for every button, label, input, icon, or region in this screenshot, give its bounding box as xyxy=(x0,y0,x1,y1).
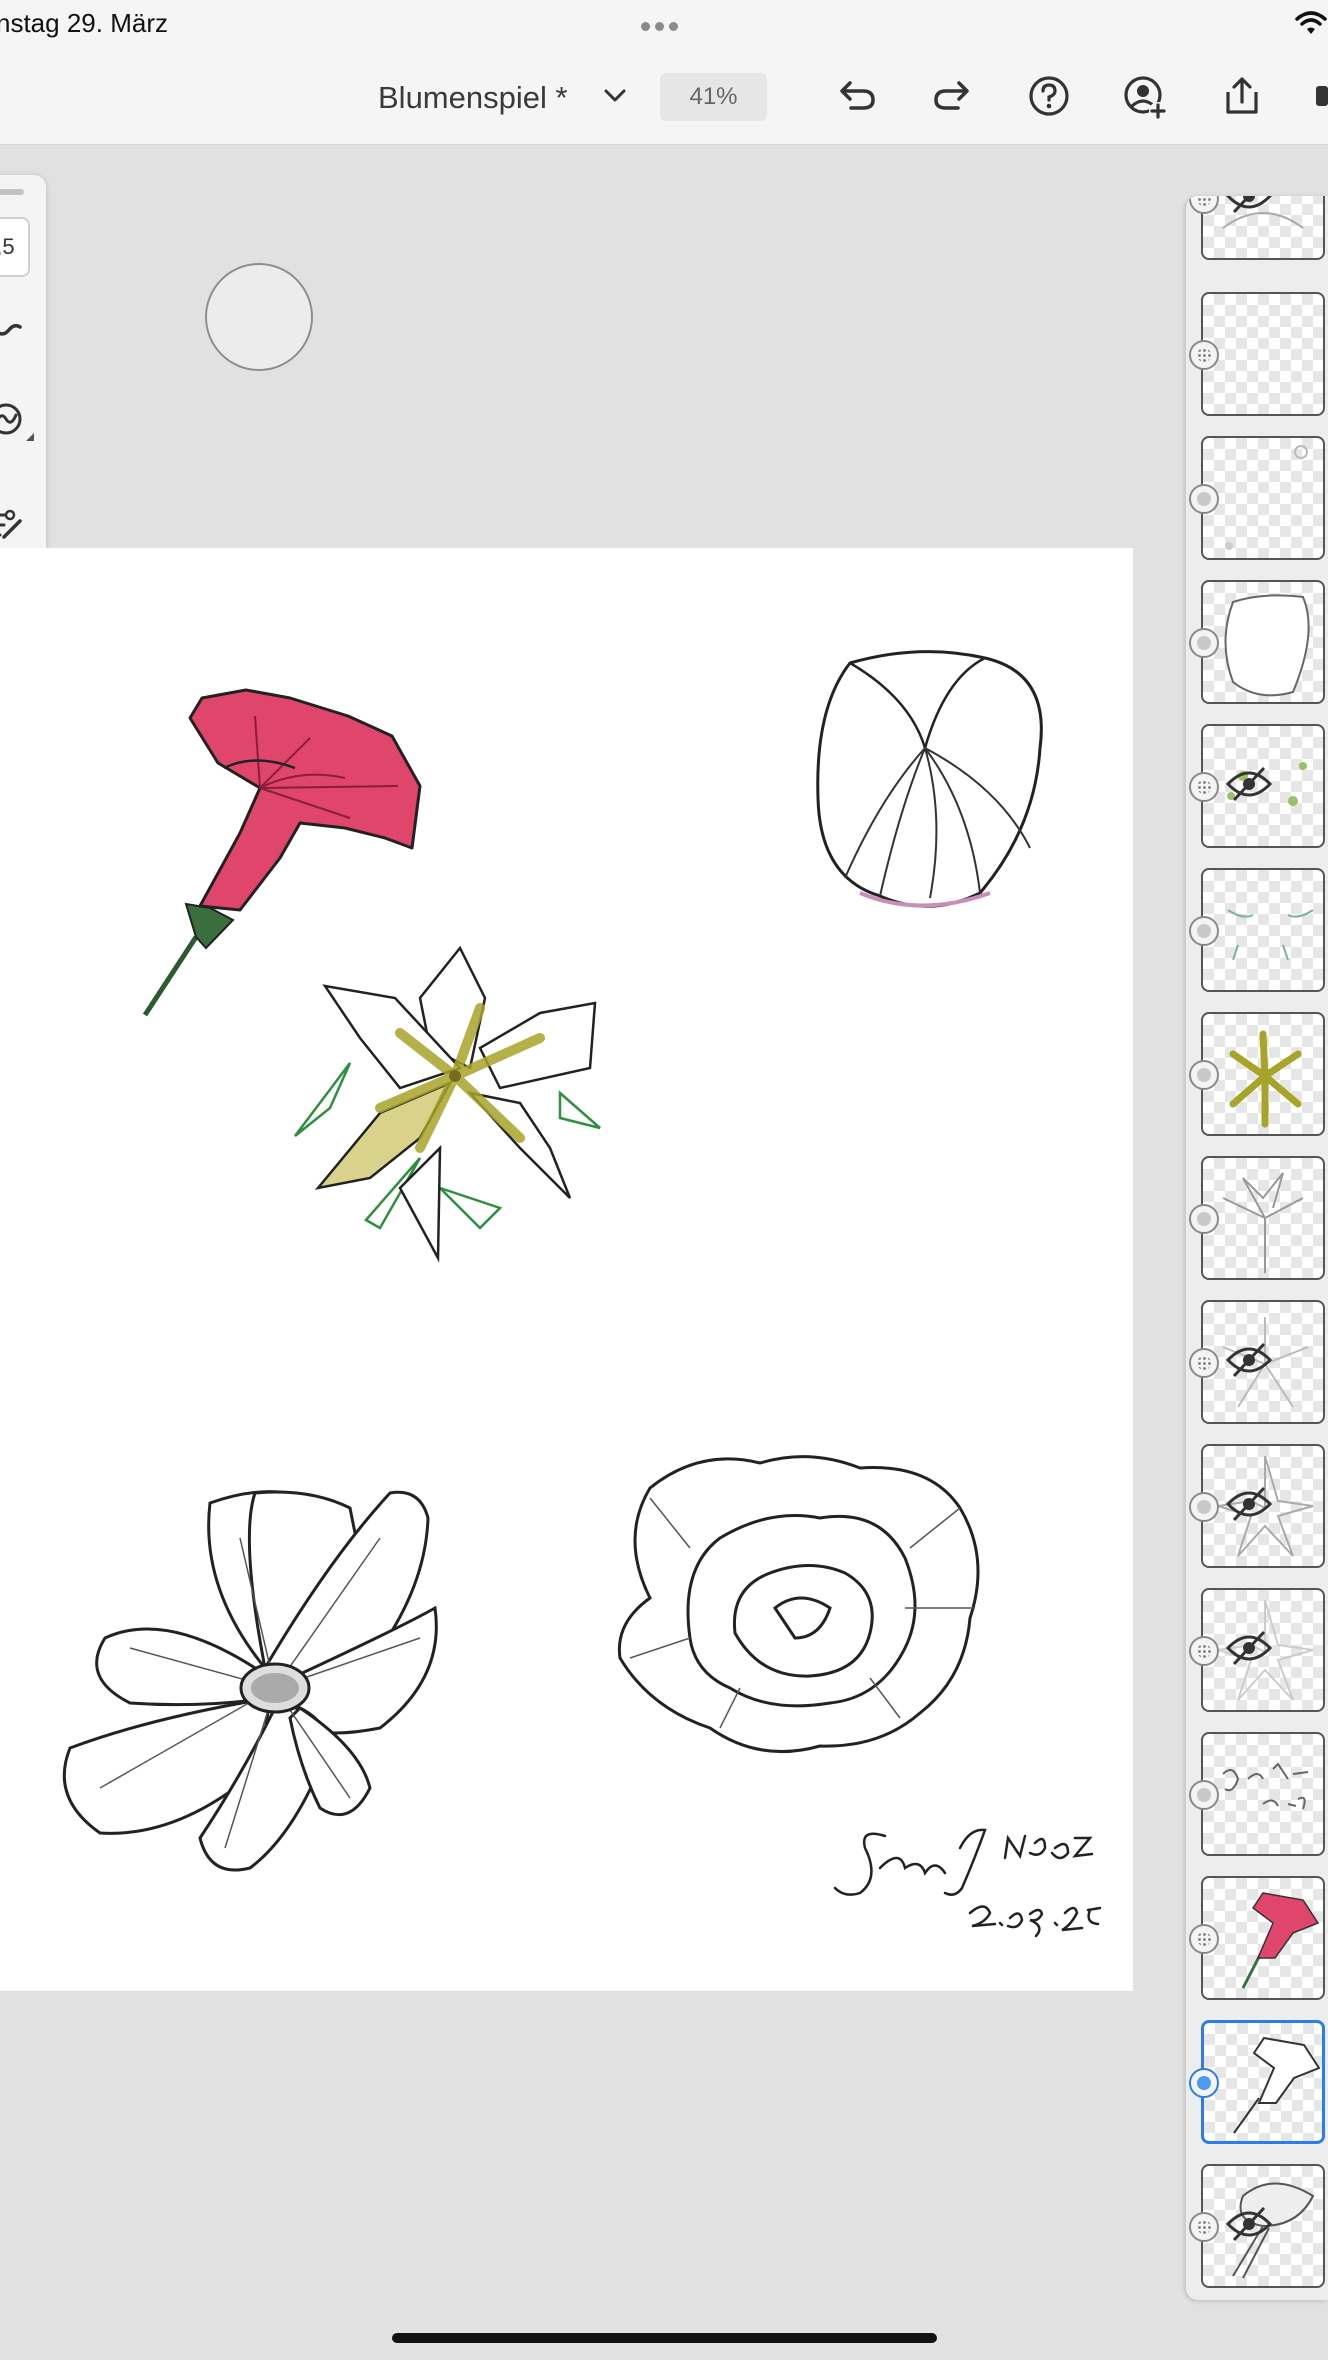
layer-thumbnail[interactable] xyxy=(1201,1732,1325,1856)
layer-item[interactable] xyxy=(1186,196,1328,264)
lily-drawing xyxy=(294,945,601,1263)
layer-thumbnail[interactable] xyxy=(1201,292,1325,416)
share-icon[interactable] xyxy=(1219,74,1265,118)
brush-size-field[interactable]: 9,5 xyxy=(0,217,30,277)
layer-visibility-toggle[interactable] xyxy=(1189,1204,1219,1234)
eye-off-icon[interactable] xyxy=(1224,1484,1274,1524)
help-icon[interactable] xyxy=(1026,74,1072,118)
layer-item[interactable] xyxy=(1186,1732,1328,1860)
signature-drawing xyxy=(833,1828,1102,1938)
document-title[interactable]: Blumenspiel * xyxy=(378,80,568,116)
petunia-drawing xyxy=(142,688,422,1017)
layer-thumbnail[interactable] xyxy=(1201,1156,1325,1280)
home-indicator[interactable] xyxy=(392,2333,937,2343)
layer-thumbnail[interactable] xyxy=(1201,580,1325,704)
chevron-down-icon[interactable] xyxy=(600,82,630,110)
eye-off-icon[interactable] xyxy=(1224,1340,1274,1380)
layer-item[interactable] xyxy=(1186,1444,1328,1572)
invite-user-icon[interactable] xyxy=(1123,74,1169,122)
layer-visibility-toggle[interactable] xyxy=(1189,1492,1219,1522)
layer-visibility-toggle[interactable] xyxy=(1189,1780,1219,1810)
brush-tool-panel: 9,5 xyxy=(0,175,46,593)
layer-item[interactable] xyxy=(1186,580,1328,708)
artwork xyxy=(62,650,1102,1938)
layer-visibility-toggle[interactable] xyxy=(1189,2068,1219,2098)
layer-visibility-toggle[interactable] xyxy=(1189,628,1219,658)
layer-item[interactable] xyxy=(1186,724,1328,852)
panel-drag-handle[interactable] xyxy=(0,189,24,195)
layer-item[interactable] xyxy=(1186,436,1328,564)
layer-visibility-toggle[interactable] xyxy=(1189,1060,1219,1090)
drawing-canvas[interactable] xyxy=(0,548,1133,1991)
layer-item[interactable] xyxy=(1186,1300,1328,1428)
layer-item[interactable] xyxy=(1186,1876,1328,2004)
stroke-shape-icon[interactable] xyxy=(0,315,30,345)
brush-size-preview xyxy=(205,263,313,371)
layer-visibility-toggle[interactable] xyxy=(1189,340,1219,370)
smoothing-icon[interactable] xyxy=(0,403,40,443)
layer-visibility-toggle[interactable] xyxy=(1189,1636,1219,1666)
undo-icon[interactable] xyxy=(833,74,879,118)
brush-settings-icon[interactable] xyxy=(0,505,30,545)
layer-visibility-toggle[interactable] xyxy=(1189,484,1219,514)
layer-item[interactable] xyxy=(1186,1588,1328,1716)
layer-item[interactable] xyxy=(1186,868,1328,996)
tulip-drawing xyxy=(816,650,1043,908)
layer-thumbnail[interactable] xyxy=(1201,436,1325,560)
status-bar: nstag 29. März xyxy=(0,0,1328,46)
layer-visibility-toggle[interactable] xyxy=(1189,2212,1219,2242)
peony-drawing xyxy=(617,1455,980,1753)
top-toolbar: Blumenspiel * 41% xyxy=(0,46,1328,145)
layer-thumbnail[interactable] xyxy=(1201,868,1325,992)
layer-thumbnail[interactable] xyxy=(1201,2020,1325,2144)
layer-item[interactable] xyxy=(1186,1156,1328,1284)
layer-item-selected[interactable] xyxy=(1186,2020,1328,2148)
layers-panel xyxy=(1186,196,1328,2300)
layer-thumbnail[interactable] xyxy=(1201,1876,1325,2000)
layer-thumbnail[interactable] xyxy=(1201,1012,1325,1136)
zoom-level[interactable]: 41% xyxy=(660,73,767,121)
status-date: nstag 29. März xyxy=(0,8,168,38)
zoom-value: 41% xyxy=(689,83,738,110)
layer-item[interactable] xyxy=(1186,292,1328,420)
layer-visibility-toggle[interactable] xyxy=(1189,916,1219,946)
multitasking-dots-icon[interactable] xyxy=(641,18,683,36)
settings-icon[interactable] xyxy=(1314,74,1328,118)
layer-item[interactable] xyxy=(1186,1012,1328,1140)
layer-visibility-toggle[interactable] xyxy=(1189,1924,1219,1954)
layer-visibility-toggle[interactable] xyxy=(1189,1348,1219,1378)
layer-item[interactable] xyxy=(1186,2164,1328,2292)
wifi-icon xyxy=(1295,11,1327,34)
eye-off-icon[interactable] xyxy=(1224,196,1274,216)
anemone-drawing xyxy=(62,1490,438,1872)
eye-off-icon[interactable] xyxy=(1224,1628,1274,1668)
layer-visibility-toggle[interactable] xyxy=(1189,772,1219,802)
redo-icon[interactable] xyxy=(930,74,976,118)
brush-size-value: 9,5 xyxy=(0,234,15,259)
eye-off-icon[interactable] xyxy=(1224,2204,1274,2244)
eye-off-icon[interactable] xyxy=(1224,764,1274,804)
